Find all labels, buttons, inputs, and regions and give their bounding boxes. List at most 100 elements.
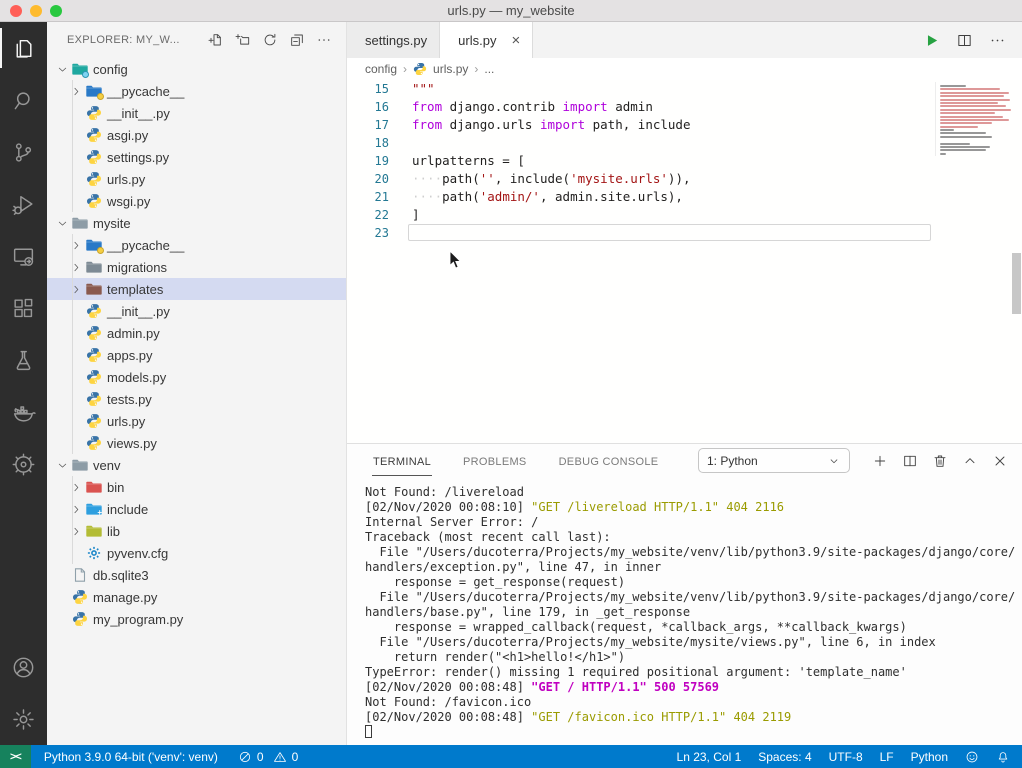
- folder-icon: [86, 479, 102, 495]
- tree-item-lib[interactable]: lib: [47, 520, 346, 542]
- more-editor-actions-button[interactable]: [989, 32, 1006, 49]
- indent-guide: [72, 234, 73, 256]
- eol-status[interactable]: LF: [880, 750, 894, 764]
- collapse-folders-button[interactable]: [289, 32, 305, 48]
- file-tree: config__pycache____init__.pyasgi.pysetti…: [47, 58, 346, 630]
- activity-item-explorer[interactable]: [0, 22, 47, 74]
- kill-terminal-button[interactable]: [932, 453, 948, 469]
- panel-tab-problems[interactable]: PROBLEMS: [462, 446, 528, 476]
- new-terminal-button[interactable]: [872, 453, 888, 469]
- minimap[interactable]: [935, 82, 1010, 156]
- tree-item-db.sqlite3[interactable]: db.sqlite3: [47, 564, 346, 586]
- encoding-status[interactable]: UTF-8: [829, 750, 863, 764]
- tree-item-admin.py[interactable]: admin.py: [47, 322, 346, 344]
- maximize-panel-button[interactable]: [962, 453, 978, 469]
- new-folder-button[interactable]: [235, 32, 251, 48]
- line-number: 19: [347, 152, 389, 170]
- terminal-cursor: [365, 725, 372, 738]
- activity-item-testing[interactable]: [0, 334, 47, 386]
- indentation-status[interactable]: Spaces: 4: [758, 750, 811, 764]
- minimize-window-button[interactable]: [30, 5, 42, 17]
- close-window-button[interactable]: [10, 5, 22, 17]
- python-icon: [86, 391, 102, 407]
- more-actions-button[interactable]: [316, 32, 332, 48]
- activity-item-search[interactable]: [0, 74, 47, 126]
- breadcrumb-item-urls.py[interactable]: urls.py: [433, 62, 468, 76]
- zoom-window-button[interactable]: [50, 5, 62, 17]
- tree-item-__init__.py[interactable]: __init__.py: [47, 102, 346, 124]
- tree-item-models.py[interactable]: models.py: [47, 366, 346, 388]
- activity-item-remote-explorer[interactable]: [0, 230, 47, 282]
- run-file-button[interactable]: [923, 32, 940, 49]
- tree-item-label: mysite: [93, 216, 131, 231]
- code-line-17: 17from django.urls import path, include: [347, 116, 935, 134]
- breadcrumb-item-config[interactable]: config: [365, 62, 397, 76]
- activity-item-docker[interactable]: [0, 386, 47, 438]
- breadcrumb-separator: ›: [403, 62, 407, 76]
- vertical-scrollbar-thumb[interactable]: [1012, 253, 1021, 314]
- minimap-line: [940, 88, 1000, 90]
- tree-item-tests.py[interactable]: tests.py: [47, 388, 346, 410]
- chevron-down-icon[interactable]: [55, 217, 70, 230]
- panel-tab-debug-console[interactable]: DEBUG CONSOLE: [558, 446, 660, 476]
- activity-item-extensions[interactable]: [0, 282, 47, 334]
- indent-guide: [72, 124, 73, 146]
- activity-item-source-control[interactable]: [0, 126, 47, 178]
- refresh-explorer-button[interactable]: [262, 32, 278, 48]
- tree-item-my_program.py[interactable]: my_program.py: [47, 608, 346, 630]
- language-mode-status[interactable]: Python: [911, 750, 948, 764]
- close-tab-icon[interactable]: ×: [511, 33, 520, 48]
- gear-badge: [82, 71, 89, 78]
- python-icon: [86, 171, 102, 187]
- indent-guide: [72, 410, 73, 432]
- tree-item-include[interactable]: +include: [47, 498, 346, 520]
- tree-item-apps.py[interactable]: apps.py: [47, 344, 346, 366]
- activity-item-python-environment[interactable]: [0, 438, 47, 490]
- tree-item-settings.py[interactable]: settings.py: [47, 146, 346, 168]
- tab-urls-py[interactable]: urls.py×: [440, 22, 533, 58]
- close-panel-button[interactable]: [992, 453, 1008, 469]
- tree-item-pyvenv.cfg[interactable]: pyvenv.cfg: [47, 542, 346, 564]
- folder-icon: [72, 215, 88, 231]
- problems-status[interactable]: 0 0: [238, 750, 298, 764]
- new-file-button[interactable]: [208, 32, 224, 48]
- activity-item-run-debug[interactable]: [0, 178, 47, 230]
- tree-item-label: include: [107, 502, 148, 517]
- cursor-position-status[interactable]: Ln 23, Col 1: [677, 750, 742, 764]
- tree-item-label: bin: [107, 480, 124, 495]
- activity-item-accounts[interactable]: [0, 641, 47, 693]
- tree-item-__init__.py[interactable]: __init__.py: [47, 300, 346, 322]
- split-editor-button[interactable]: [956, 32, 973, 49]
- tree-item-templates[interactable]: templates: [47, 278, 346, 300]
- tree-item-views.py[interactable]: views.py: [47, 432, 346, 454]
- tree-item-bin[interactable]: bin: [47, 476, 346, 498]
- panel-tab-terminal[interactable]: TERMINAL: [372, 446, 432, 476]
- tree-item-urls.py[interactable]: urls.py: [47, 410, 346, 432]
- tree-item-urls.py[interactable]: urls.py: [47, 168, 346, 190]
- remote-indicator[interactable]: ><: [0, 745, 31, 768]
- tree-item-config[interactable]: config: [47, 58, 346, 80]
- terminal-shell-value: 1: Python: [707, 454, 758, 468]
- breadcrumb-item-more[interactable]: ...: [484, 62, 494, 76]
- notifications-bell-icon[interactable]: [996, 750, 1010, 764]
- code-line-23: 23: [347, 224, 935, 242]
- tree-item-__pycache__[interactable]: __pycache__: [47, 234, 346, 256]
- tree-item-migrations[interactable]: migrations: [47, 256, 346, 278]
- vscode-window: urls.py — my_website EXPLORER: MY_W... c…: [0, 0, 1022, 768]
- feedback-icon[interactable]: [965, 750, 979, 764]
- tree-item-manage.py[interactable]: manage.py: [47, 586, 346, 608]
- tree-item-__pycache__[interactable]: __pycache__: [47, 80, 346, 102]
- tree-item-label: admin.py: [107, 326, 160, 341]
- tree-item-venv[interactable]: venv: [47, 454, 346, 476]
- tree-item-wsgi.py[interactable]: wsgi.py: [47, 190, 346, 212]
- chevron-down-icon[interactable]: [55, 459, 70, 472]
- chevron-down-icon[interactable]: [55, 63, 70, 76]
- terminal-output[interactable]: Not Found: /livereload[02/Nov/2020 00:08…: [365, 485, 1016, 743]
- split-terminal-button[interactable]: [902, 453, 918, 469]
- terminal-shell-selector[interactable]: 1: Python: [698, 448, 850, 473]
- activity-item-settings[interactable]: [0, 693, 47, 745]
- tab-settings-py[interactable]: settings.py: [347, 22, 440, 58]
- tree-item-mysite[interactable]: mysite: [47, 212, 346, 234]
- python-interpreter-status[interactable]: Python 3.9.0 64-bit ('venv': venv): [44, 750, 218, 764]
- tree-item-asgi.py[interactable]: asgi.py: [47, 124, 346, 146]
